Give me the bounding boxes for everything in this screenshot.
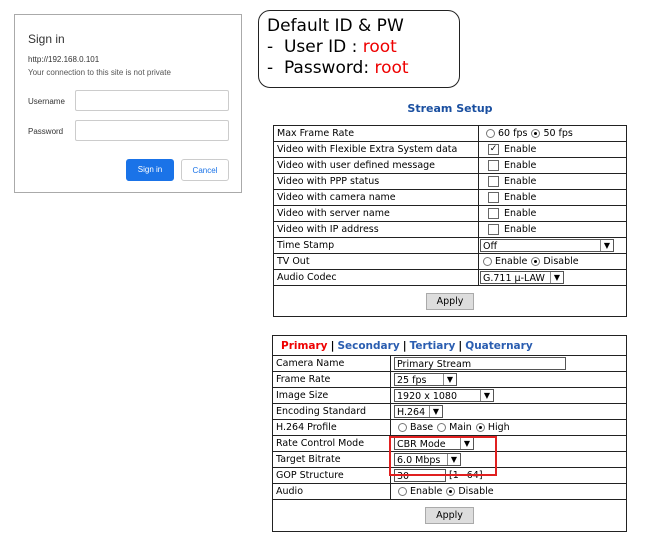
- check-label: Video with PPP status: [273, 173, 479, 190]
- chevron-down-icon: ▼: [550, 272, 563, 283]
- site-url: http://192.168.0.101: [28, 55, 100, 64]
- stream-setup-title: Stream Setup: [407, 102, 493, 115]
- radio-50fps[interactable]: [531, 129, 541, 138]
- checkbox-label: Enable: [504, 208, 537, 219]
- radio-label: Enable: [495, 256, 528, 267]
- audio-enable-radio[interactable]: [398, 487, 407, 496]
- checkbox-label: Enable: [504, 224, 537, 235]
- check-label: Video with IP address: [273, 221, 479, 238]
- apply-button[interactable]: Apply: [425, 292, 475, 310]
- check-label: Video with camera name: [273, 189, 479, 206]
- enable-checkbox[interactable]: [488, 224, 499, 235]
- password-label: Password: [28, 127, 64, 136]
- chevron-down-icon: ▼: [443, 374, 456, 385]
- sign-in-button[interactable]: Sign in: [126, 159, 174, 181]
- select-value: 25 fps: [397, 375, 427, 386]
- gop-label: GOP Structure: [272, 467, 391, 484]
- chevron-down-icon: ▼: [600, 240, 613, 251]
- max-frame-rate-label: Max Frame Rate: [273, 125, 479, 142]
- image-size-select[interactable]: 1920 x 1080 ▼: [394, 389, 494, 402]
- password-value: root: [374, 58, 409, 78]
- audio-codec-label: Audio Codec: [273, 269, 479, 286]
- target-bitrate-label: Target Bitrate: [272, 451, 391, 468]
- callout-title: Default ID & PW: [267, 16, 404, 36]
- stream-setup-table: Max Frame Rate 60 fps 50 fps Video with F…: [273, 125, 627, 317]
- user-id-label: - User ID :: [267, 37, 363, 57]
- highlight-box: [389, 436, 497, 476]
- enable-checkbox[interactable]: ✓: [488, 144, 499, 155]
- enable-checkbox[interactable]: [488, 192, 499, 203]
- audio-label: Audio: [272, 483, 391, 500]
- tab-primary[interactable]: Primary: [281, 340, 328, 352]
- tab-separator: |: [402, 339, 407, 352]
- image-size-label: Image Size: [272, 387, 391, 404]
- tv-out-enable-radio[interactable]: [483, 257, 492, 266]
- user-id-value: root: [362, 37, 397, 57]
- encoding-standard-label: Encoding Standard: [272, 403, 391, 420]
- checkbox-label: Enable: [504, 144, 537, 155]
- chevron-down-icon: ▼: [429, 406, 442, 417]
- tab-secondary[interactable]: Secondary: [337, 340, 399, 352]
- chevron-down-icon: ▼: [480, 390, 493, 401]
- select-value: G.711 μ-LAW: [483, 273, 545, 284]
- frame-rate-select[interactable]: 25 fps ▼: [394, 373, 457, 386]
- tab-tertiary[interactable]: Tertiary: [410, 340, 456, 352]
- tv-out-label: TV Out: [273, 253, 479, 270]
- radio-label: Disable: [543, 256, 579, 267]
- checkbox-label: Enable: [504, 160, 537, 171]
- stream-config-table: Primary | Secondary | Tertiary | Quatern…: [272, 335, 627, 532]
- encoding-select[interactable]: H.264 ▼: [394, 405, 443, 418]
- audio-disable-radio[interactable]: [446, 487, 456, 496]
- radio-label: Enable: [410, 486, 443, 497]
- radio-60fps[interactable]: [486, 129, 495, 138]
- frame-rate-label: Frame Rate: [272, 371, 391, 388]
- radio-label: 60 fps: [498, 128, 528, 139]
- radio-label: Disable: [458, 486, 494, 497]
- tab-separator: |: [458, 339, 463, 352]
- radio-label: Base: [410, 422, 434, 433]
- username-input[interactable]: [75, 90, 229, 111]
- camera-name-label: Camera Name: [272, 355, 391, 372]
- camera-name-input[interactable]: Primary Stream: [394, 357, 566, 370]
- dialog-title: Sign in: [28, 32, 65, 46]
- check-label: Video with Flexible Extra System data: [273, 141, 479, 158]
- profile-main-radio[interactable]: [437, 423, 447, 432]
- time-stamp-select[interactable]: Off ▼: [480, 239, 614, 252]
- password-input[interactable]: [75, 120, 229, 141]
- tv-out-disable-radio[interactable]: [531, 257, 541, 266]
- password-label: - Password:: [267, 58, 375, 78]
- checkbox-label: Enable: [504, 192, 537, 203]
- enable-checkbox[interactable]: [488, 176, 499, 187]
- checkbox-label: Enable: [504, 176, 537, 187]
- select-value: H.264: [397, 407, 426, 418]
- audio-codec-select[interactable]: G.711 μ-LAW ▼: [480, 271, 564, 284]
- enable-checkbox[interactable]: [488, 160, 499, 171]
- privacy-notice: Your connection to this site is not priv…: [28, 68, 171, 77]
- apply-button[interactable]: Apply: [425, 507, 474, 524]
- radio-label: High: [487, 422, 510, 433]
- radio-label: 50 fps: [543, 128, 573, 139]
- username-label: Username: [28, 97, 65, 106]
- sign-in-dialog: Sign in http://192.168.0.101 Your connec…: [14, 14, 242, 193]
- profile-label: H.264 Profile: [272, 419, 391, 436]
- tab-quaternary[interactable]: Quaternary: [465, 340, 532, 352]
- cancel-button[interactable]: Cancel: [181, 159, 229, 181]
- check-label: Video with server name: [273, 205, 479, 222]
- profile-high-radio[interactable]: [475, 423, 485, 432]
- enable-checkbox[interactable]: [488, 208, 499, 219]
- profile-base-radio[interactable]: [398, 423, 407, 432]
- radio-label: Main: [449, 422, 472, 433]
- tab-separator: |: [330, 339, 335, 352]
- check-label: Video with user defined message: [273, 157, 479, 174]
- default-credentials-callout: Default ID & PW - User ID : root - Passw…: [258, 10, 460, 88]
- time-stamp-label: Time Stamp: [273, 237, 479, 254]
- select-value: 1920 x 1080: [397, 391, 458, 402]
- select-value: Off: [483, 241, 498, 252]
- rate-control-label: Rate Control Mode: [272, 435, 391, 452]
